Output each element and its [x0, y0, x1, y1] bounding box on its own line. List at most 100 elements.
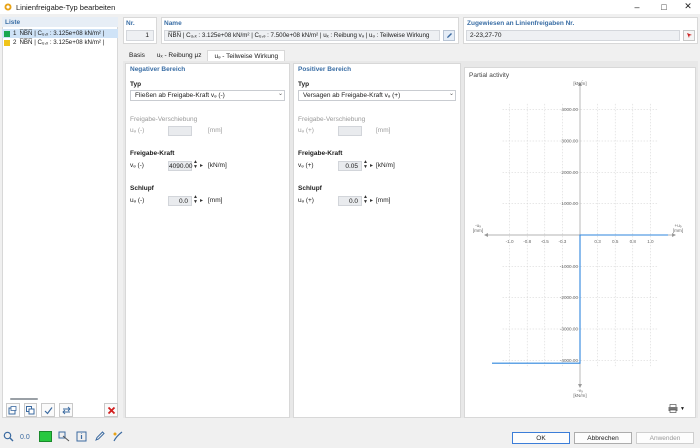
list-header-label: Liste — [5, 19, 21, 26]
negative-slip-unit: [mm] — [208, 197, 223, 204]
ok-button[interactable]: OK — [512, 432, 570, 444]
maximize-icon[interactable]: □ — [652, 0, 676, 13]
compare-icon[interactable] — [59, 403, 73, 417]
select-icon[interactable] — [58, 431, 70, 444]
x-axis-label-right: +uₔ [mm] — [673, 223, 683, 233]
apply-button[interactable]: Anwenden — [636, 432, 694, 444]
pick-icon[interactable] — [683, 30, 695, 41]
delete-icon[interactable] — [104, 403, 119, 417]
tab-basis[interactable]: Basis — [123, 50, 151, 61]
negative-force-label: Freigabe-Kraft — [130, 150, 175, 157]
x-axis-arrow-left — [484, 233, 488, 237]
positive-header: Positiver Bereich — [298, 66, 352, 73]
chevron-down-icon[interactable]: ▼ — [680, 406, 685, 412]
y-tick-label: -3000.00 — [560, 327, 579, 332]
nr-field[interactable]: 1 — [126, 30, 154, 41]
y-tick-label: 3000.00 — [561, 139, 578, 144]
close-icon[interactable]: ✕ — [676, 0, 700, 13]
positive-force-input[interactable]: 0.05 — [338, 161, 362, 171]
copy-icon[interactable] — [23, 403, 38, 417]
y-tick-label: 1000.00 — [561, 201, 578, 206]
info-icon[interactable] — [76, 431, 88, 444]
negative-slip-sym: uₔ (-) — [130, 197, 145, 204]
positive-type-select[interactable]: Versagen ab Freigabe-Kraft vₔ (+) — [298, 90, 456, 101]
positive-disp-input — [338, 126, 362, 136]
negative-force-unit: [kN/m] — [208, 162, 227, 169]
negative-slip-input[interactable]: 0.0 — [168, 196, 192, 206]
negative-force-arrow-icon[interactable]: ▸ — [200, 162, 203, 169]
x-tick-label: 0.5 — [612, 239, 619, 244]
negative-disp-unit: [mm] — [208, 127, 223, 134]
y-tick-label: -1000.00 — [560, 264, 579, 269]
units-icon[interactable]: 0.0 — [20, 431, 33, 444]
svg-text:0.0: 0.0 — [20, 434, 30, 441]
x-axis-arrow-right — [672, 233, 676, 237]
y-axis-label-bottom: -vₔ [kN/m] — [573, 388, 586, 398]
positive-disp-label: Freigabe-Verschiebung — [298, 116, 366, 123]
assigned-field[interactable]: 2-23,27-70 — [466, 30, 680, 41]
negative-header: Negativer Bereich — [130, 66, 186, 73]
app-icon — [4, 3, 12, 11]
positive-disp-unit: [mm] — [376, 127, 391, 134]
positive-slip-input[interactable]: 0.0 — [338, 196, 362, 206]
list: 1 N̅B̅N̅ | Cᵤ,ₓ : 3.125e+08 kN/m² | 2 N̅B̅N… — [2, 29, 118, 47]
positive-type-value: Versagen ab Freigabe-Kraft vₔ (+) — [303, 92, 401, 99]
x-tick-label: 1.0 — [647, 239, 654, 244]
x-tick-label: 0.3 — [594, 239, 601, 244]
tab-teilweise-wirkung[interactable]: uₔ - Teilweise Wirkung — [207, 50, 286, 61]
name-field[interactable]: N̅B̅N̅ | Cᵤ,ₓ : 3.125e+08 kN/m² | Cᵤ,ₔ :… — [164, 30, 440, 41]
chevron-down-icon: ⌄ — [278, 91, 284, 97]
list-toolbar — [2, 402, 119, 418]
script-icon[interactable] — [112, 431, 124, 444]
chevron-down-icon: ⌄ — [449, 91, 455, 97]
negative-type-select[interactable]: Fließen ab Freigabe-Kraft vₔ (-) — [130, 90, 285, 101]
x-tick-label: -1.0 — [506, 239, 514, 244]
list-item-number: 1 — [13, 30, 17, 37]
tab-reibung[interactable]: uₓ - Reibung μz — [151, 50, 208, 61]
positive-force-arrow-icon[interactable]: ▸ — [370, 162, 373, 169]
name-label: Name — [164, 20, 182, 27]
negative-slip-spinner[interactable]: ▲ ▼ — [193, 195, 198, 205]
print-icon[interactable] — [668, 403, 678, 415]
minimize-icon[interactable]: – — [625, 0, 649, 13]
list-panel — [2, 17, 118, 418]
list-item-color — [4, 39, 10, 46]
negative-force-sym: vₔ (-) — [130, 162, 144, 169]
negative-disp-sym: uₔ (-) — [130, 127, 145, 134]
y-axis-label-top: +vₔ[kN/m] — [573, 80, 586, 86]
y-tick-label: 4000.00 — [561, 107, 578, 112]
assigned-label: Zugewiesen an Linienfreigaben Nr. — [467, 20, 575, 27]
edit-name-icon[interactable] — [443, 30, 455, 41]
list-item[interactable]: 1 N̅B̅N̅ | Cᵤ,ₓ : 3.125e+08 kN/m² | — [2, 29, 118, 38]
new-icon[interactable] — [6, 403, 20, 417]
negative-force-input[interactable]: 4090.00 — [168, 161, 193, 171]
x-tick-label: -0.5 — [541, 239, 549, 244]
negative-type-value: Fließen ab Freigabe-Kraft vₔ (-) — [135, 92, 225, 99]
chart: -1.0 -0.8 -0.5 -0.3 0.3 0.5 0.8 1.0 4000.00 3000.… — [473, 80, 683, 398]
y-tick-label: -2000.00 — [560, 295, 579, 300]
positive-slip-arrow-icon[interactable]: ▸ — [370, 197, 373, 204]
edit-icon[interactable] — [94, 431, 106, 444]
positive-type-label: Typ — [298, 81, 310, 88]
positive-force-spinner[interactable]: ▲ ▼ — [363, 160, 368, 170]
x-tick-label: 0.8 — [630, 239, 637, 244]
color-icon[interactable] — [39, 431, 52, 444]
list-item[interactable]: 2 N̅B̅N̅ | Cᵤ,ₓ : 3.125e+08 kN/m² | — [2, 38, 118, 47]
positive-slip-label: Schlupf — [298, 185, 322, 192]
negative-force-spinner[interactable]: ▲ ▼ — [193, 160, 198, 170]
cancel-button[interactable]: Abbrechen — [574, 432, 632, 444]
series-line — [492, 234, 668, 364]
window-title: Linienfreigabe-Typ bearbeiten — [16, 3, 116, 12]
search-icon[interactable] — [3, 431, 14, 444]
check-icon[interactable] — [41, 403, 56, 417]
chart-title: Partial activity — [469, 72, 510, 79]
positive-slip-sym: uₔ (+) — [298, 197, 314, 204]
list-scrollbar[interactable] — [10, 398, 38, 400]
nr-label: Nr. — [126, 20, 135, 27]
negative-type-label: Typ — [130, 81, 142, 88]
positive-slip-spinner[interactable]: ▲ ▼ — [363, 195, 368, 205]
positive-disp-sym: uₔ (+) — [298, 127, 314, 134]
negative-slip-arrow-icon[interactable]: ▸ — [200, 197, 203, 204]
positive-force-sym: vₔ (+) — [298, 162, 314, 169]
negative-disp-input — [168, 126, 192, 136]
